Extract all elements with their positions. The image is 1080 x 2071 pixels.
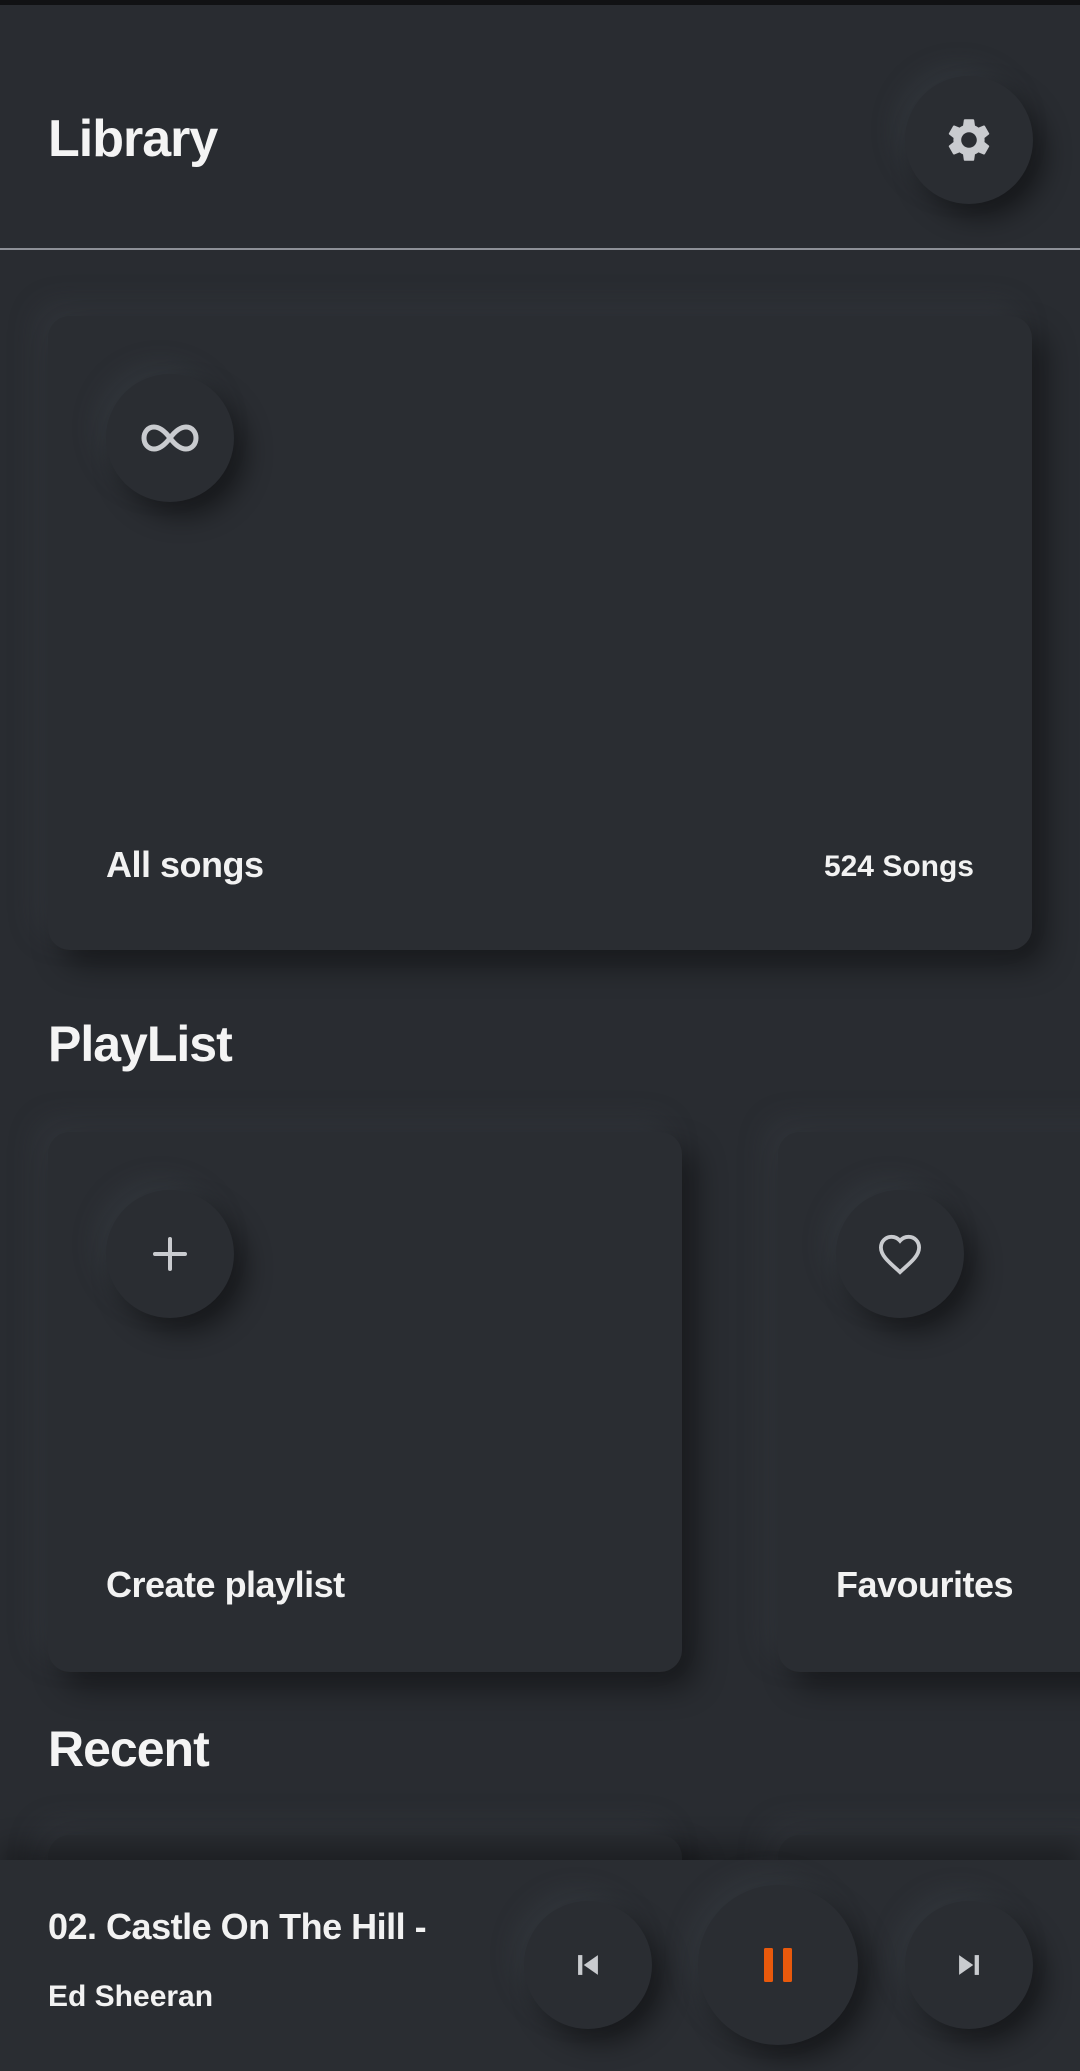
pause-button[interactable] xyxy=(698,1885,858,2045)
next-track-button[interactable] xyxy=(905,1901,1033,2029)
now-playing-artist: Ed Sheeran xyxy=(48,1980,214,2013)
create-playlist-card[interactable]: Create playlist xyxy=(48,1132,682,1672)
status-bar xyxy=(0,0,1080,5)
previous-track-button[interactable] xyxy=(524,1901,652,2029)
header-divider xyxy=(0,248,1080,250)
all-songs-icon-button xyxy=(106,374,234,502)
plus-icon xyxy=(150,1234,190,1274)
infinity-icon xyxy=(140,421,200,455)
skip-next-icon xyxy=(952,1948,986,1982)
create-playlist-label: Create playlist xyxy=(106,1564,345,1605)
skip-previous-icon xyxy=(571,1948,605,1982)
all-songs-label: All songs xyxy=(106,844,264,885)
all-songs-card[interactable]: All songs 524 Songs xyxy=(48,316,1032,950)
favourites-card[interactable]: Favourites xyxy=(778,1132,1080,1672)
settings-button[interactable] xyxy=(905,76,1033,204)
song-count: 524 Songs xyxy=(823,850,974,883)
now-playing-title[interactable]: 02. Castle On The Hill - … xyxy=(48,1906,428,1948)
recent-section-title: Recent xyxy=(48,1721,210,1777)
favourites-icon-button xyxy=(836,1190,964,1318)
page-title: Library xyxy=(48,110,218,168)
create-playlist-icon-button xyxy=(106,1190,234,1318)
favourites-label: Favourites xyxy=(836,1564,1014,1605)
playlist-section-title: PlayList xyxy=(48,1016,233,1072)
heart-icon xyxy=(877,1233,923,1275)
pause-icon xyxy=(761,1945,795,1985)
gear-icon xyxy=(943,114,995,166)
library-screen: Library All songs 524 Songs PlayList Cre… xyxy=(0,0,1080,2071)
